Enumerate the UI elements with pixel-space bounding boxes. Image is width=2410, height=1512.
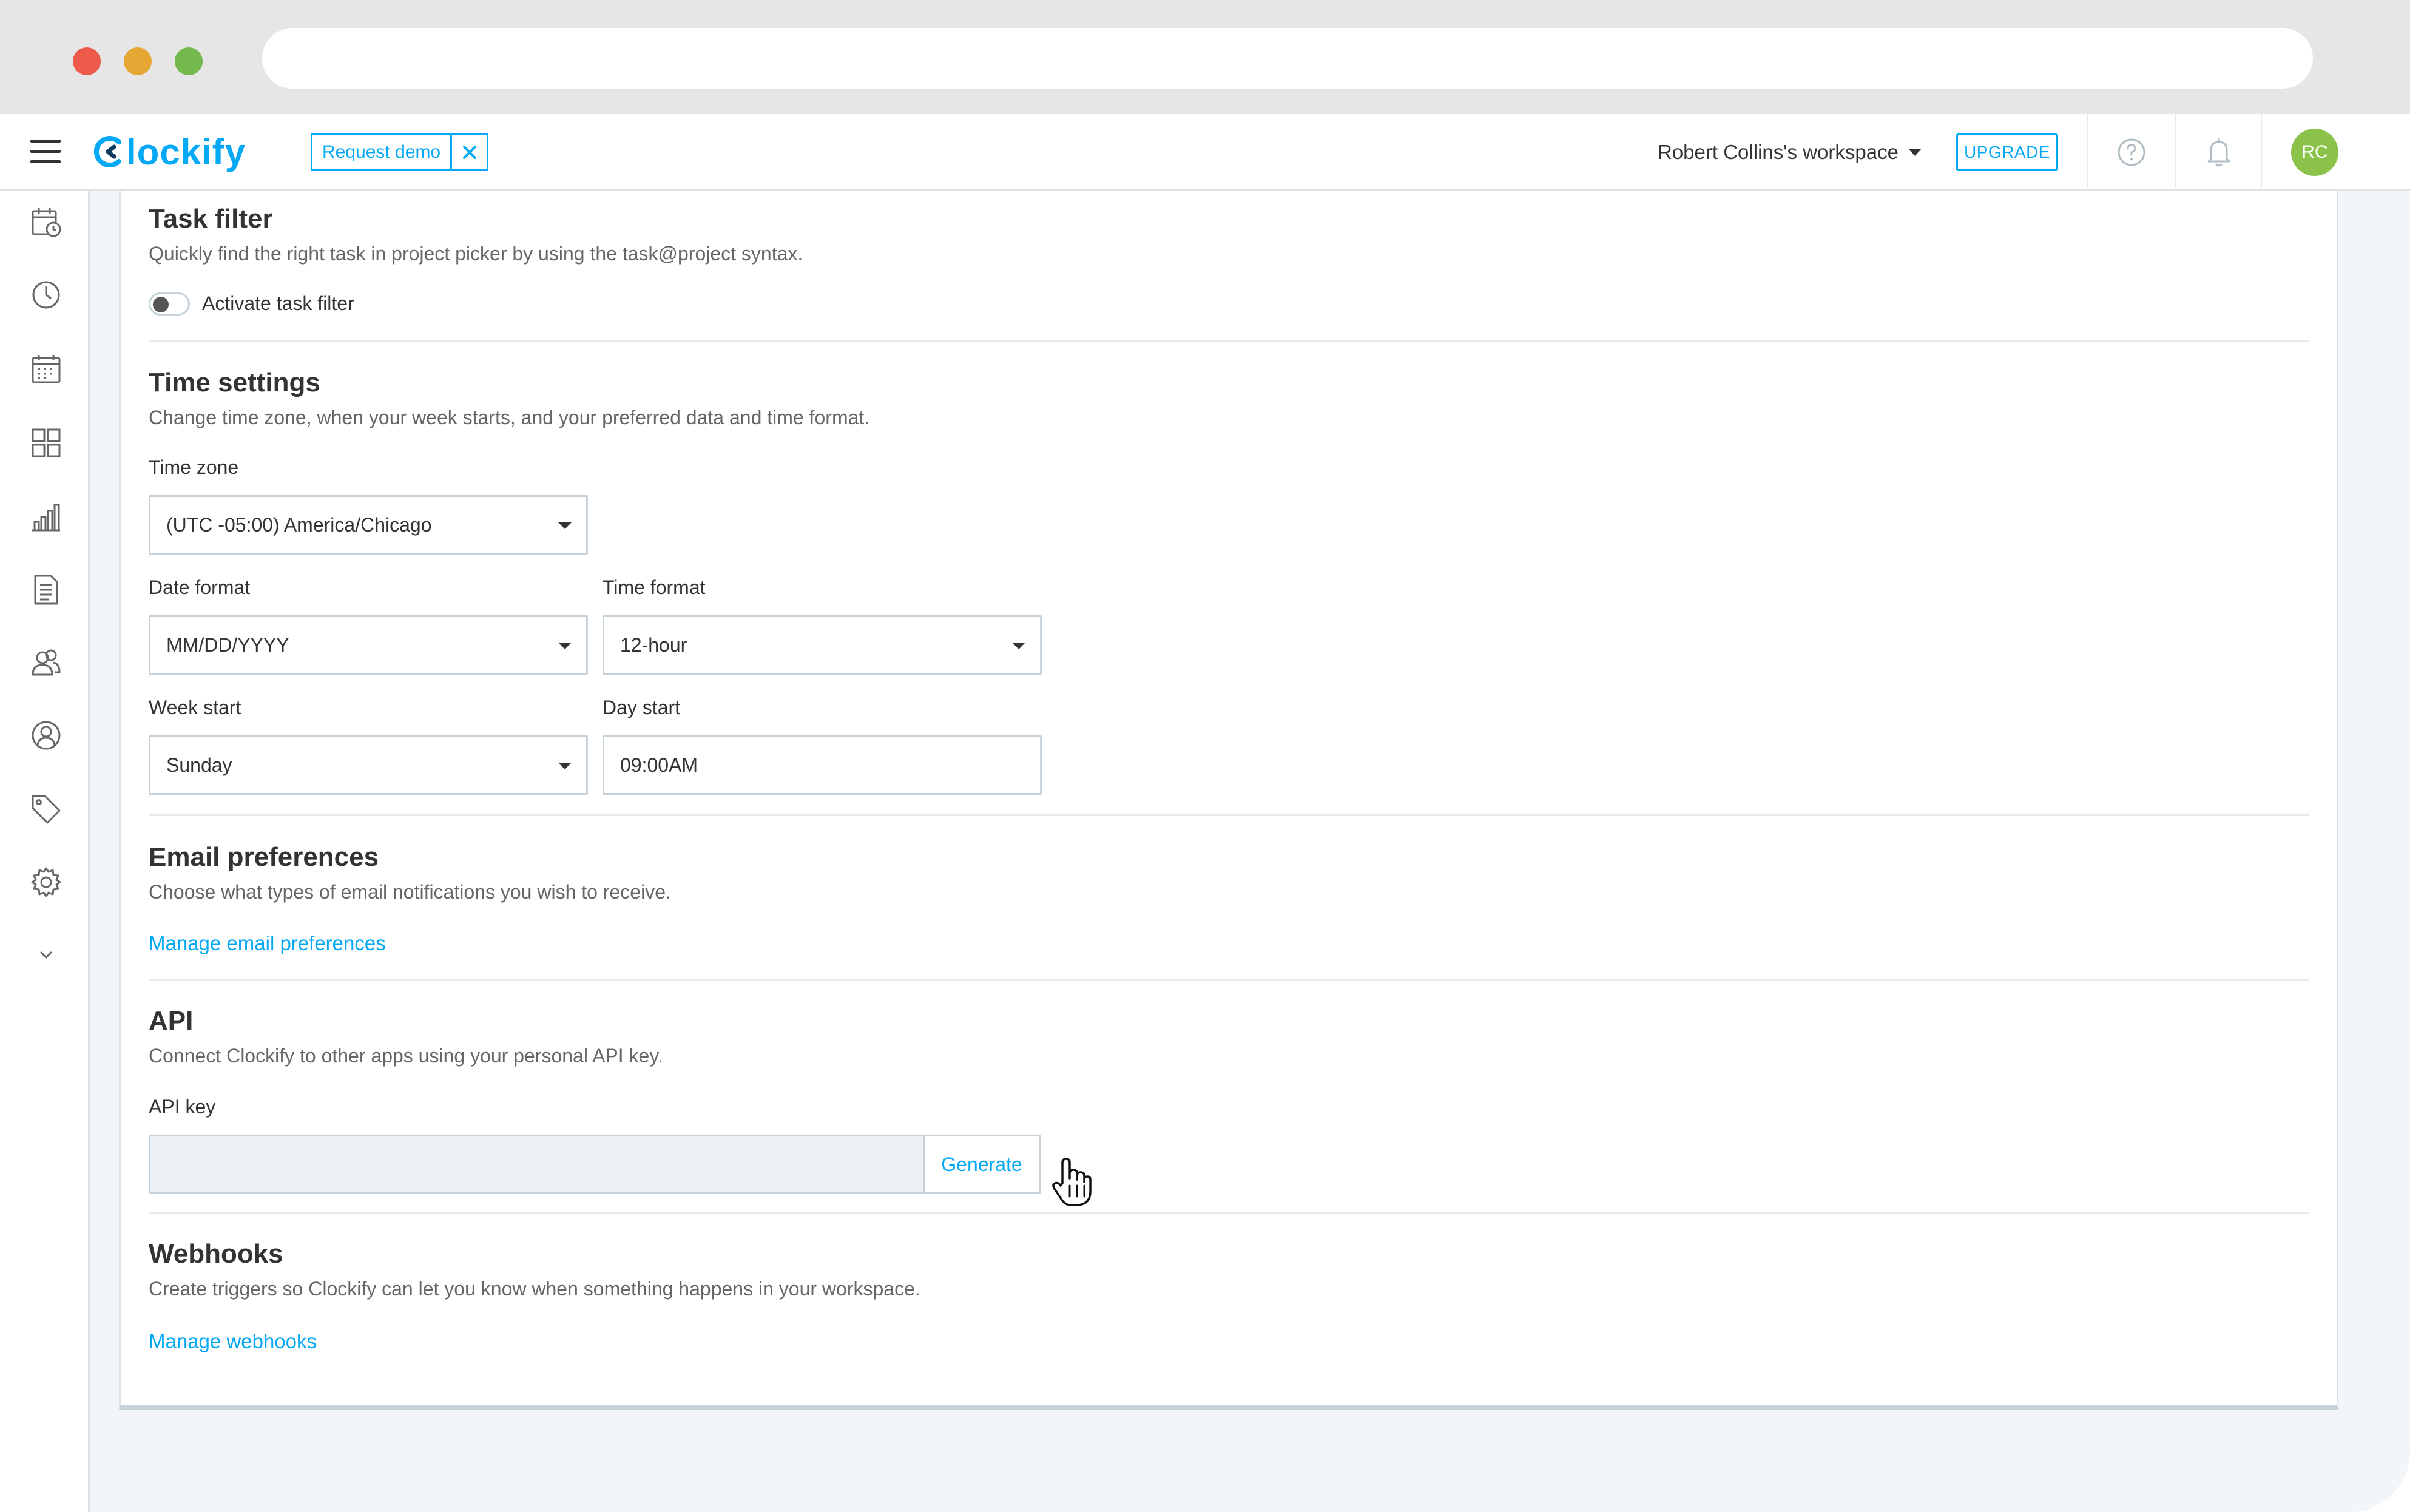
close-icon[interactable]: [450, 135, 487, 169]
email-preferences-description: Choose what types of email notifications…: [149, 881, 671, 903]
task-filter-toggle-label: Activate task filter: [202, 292, 354, 314]
section-divider: [149, 979, 2309, 981]
request-demo-button[interactable]: Request demo: [312, 135, 450, 169]
workspace-name: Robert Collins's workspace: [1658, 141, 1899, 163]
api-title: API: [149, 1006, 194, 1036]
bell-icon[interactable]: [2204, 136, 2234, 169]
main-content: Task filter Quickly find the right task …: [90, 191, 2410, 1512]
date-format-label: Date format: [149, 576, 251, 598]
document-icon[interactable]: [30, 574, 62, 606]
minimize-window-button[interactable]: [124, 47, 152, 75]
day-start-input[interactable]: [602, 735, 1042, 795]
browser-window: lockify Request demo Robert Collins's wo…: [0, 0, 2410, 1512]
section-divider: [149, 1212, 2309, 1214]
time-format-select[interactable]: 12-hour: [602, 615, 1042, 675]
time-zone-label: Time zone: [149, 456, 239, 478]
time-zone-value: (UTC -05:00) America/Chicago: [166, 514, 432, 536]
manage-webhooks-link[interactable]: Manage webhooks: [149, 1330, 317, 1353]
week-start-value: Sunday: [166, 754, 232, 776]
api-key-input[interactable]: [149, 1135, 923, 1194]
browser-title-bar: [0, 0, 2410, 114]
section-divider: [149, 340, 2309, 342]
section-divider: [149, 814, 2309, 816]
email-preferences-title: Email preferences: [149, 842, 379, 872]
webhooks-description: Create triggers so Clockify can let you …: [149, 1278, 920, 1300]
caret-down-icon: [1908, 149, 1922, 156]
date-format-select[interactable]: MM/DD/YYYY: [149, 615, 588, 675]
header-divider: [2175, 114, 2176, 191]
week-start-label: Week start: [149, 697, 241, 718]
task-filter-title: Task filter: [149, 204, 273, 234]
time-settings-title: Time settings: [149, 368, 320, 397]
manage-email-preferences-link[interactable]: Manage email preferences: [149, 932, 386, 955]
generate-api-key-button[interactable]: Generate: [923, 1135, 1041, 1194]
caret-down-icon: [558, 763, 572, 769]
caret-down-icon: [1012, 643, 1025, 649]
caret-down-icon: [558, 522, 572, 529]
logo-icon: [93, 136, 121, 167]
sidebar: [0, 191, 90, 1512]
time-zone-select[interactable]: (UTC -05:00) America/Chicago: [149, 495, 588, 555]
time-format-label: Time format: [602, 576, 706, 598]
reports-icon[interactable]: [30, 501, 62, 533]
logo-text: lockify: [126, 131, 246, 172]
caret-down-icon: [558, 643, 572, 649]
workspace-switcher[interactable]: Robert Collins's workspace: [1658, 133, 1922, 171]
date-format-value: MM/DD/YYYY: [166, 634, 289, 656]
task-filter-toggle[interactable]: [149, 292, 190, 316]
task-filter-description: Quickly find the right task in project p…: [149, 243, 803, 265]
hand-cursor-icon: [1052, 1158, 1092, 1206]
chevron-down-icon[interactable]: [30, 939, 62, 971]
week-start-select[interactable]: Sunday: [149, 735, 588, 795]
api-description: Connect Clockify to other apps using you…: [149, 1045, 663, 1067]
address-bar[interactable]: [262, 28, 2313, 89]
day-start-label: Day start: [602, 697, 681, 718]
calendar-icon[interactable]: [30, 353, 62, 385]
app-header: lockify Request demo Robert Collins's wo…: [0, 114, 2410, 191]
team-icon[interactable]: [30, 647, 62, 678]
webhooks-title: Webhooks: [149, 1239, 283, 1269]
header-divider: [2261, 114, 2262, 191]
time-settings-description: Change time zone, when your week starts,…: [149, 407, 870, 428]
time-format-value: 12-hour: [620, 634, 687, 656]
header-divider: [2087, 114, 2088, 191]
api-key-label: API key: [149, 1096, 216, 1118]
help-icon[interactable]: [2116, 137, 2147, 167]
avatar[interactable]: RC: [2291, 129, 2338, 176]
settings-icon[interactable]: [30, 866, 62, 898]
client-icon[interactable]: [30, 720, 62, 751]
clockify-logo[interactable]: lockify: [92, 130, 246, 174]
dashboard-icon[interactable]: [30, 427, 62, 459]
close-window-button[interactable]: [73, 47, 101, 75]
tag-icon[interactable]: [30, 794, 62, 825]
toggle-knob: [153, 297, 169, 312]
request-demo-banner: Request demo: [311, 133, 489, 171]
settings-card: Task filter Quickly find the right task …: [119, 191, 2338, 1410]
clock-icon[interactable]: [30, 279, 62, 311]
upgrade-button[interactable]: UPGRADE: [1956, 133, 2058, 171]
calendar-clock-icon[interactable]: [30, 206, 62, 238]
maximize-window-button[interactable]: [175, 47, 203, 75]
api-key-group: Generate: [149, 1135, 1041, 1194]
menu-icon[interactable]: [30, 138, 62, 165]
